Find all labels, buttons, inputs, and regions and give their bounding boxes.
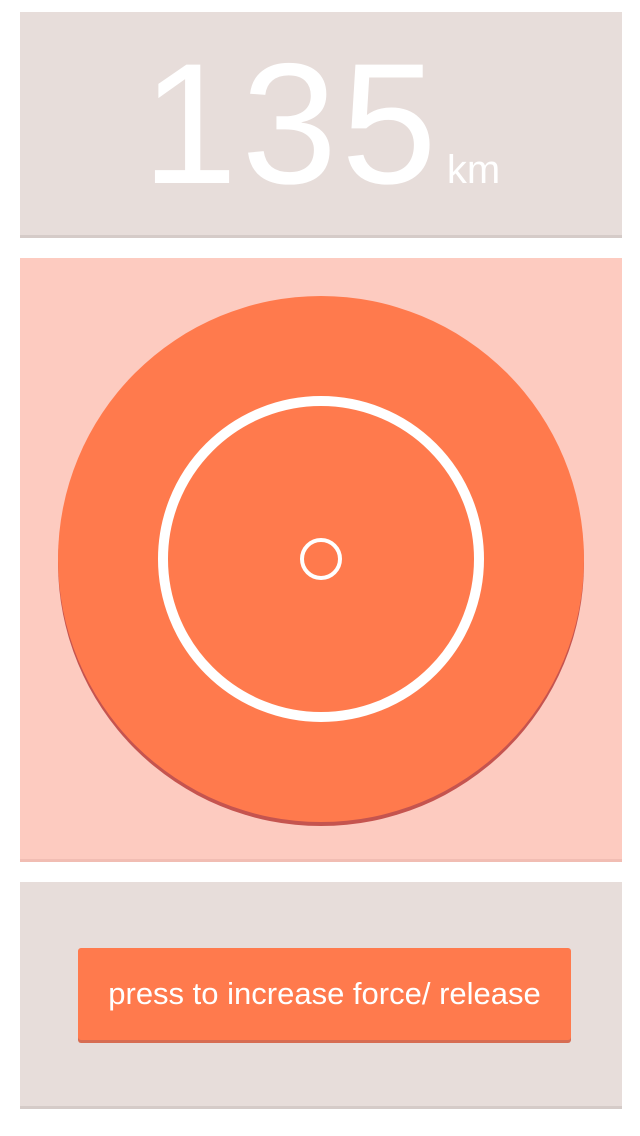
control-panel: press to increase force/ release (20, 882, 622, 1109)
target-panel (20, 258, 622, 862)
distance-display: 135 km (20, 12, 622, 235)
distance-unit: km (446, 148, 501, 192)
target-disc[interactable] (58, 296, 584, 822)
force-button[interactable]: press to increase force/ release (78, 948, 571, 1040)
distance-value: 135 (141, 27, 441, 220)
target-center-marker (300, 538, 342, 580)
distance-panel: 135 km (20, 12, 622, 238)
